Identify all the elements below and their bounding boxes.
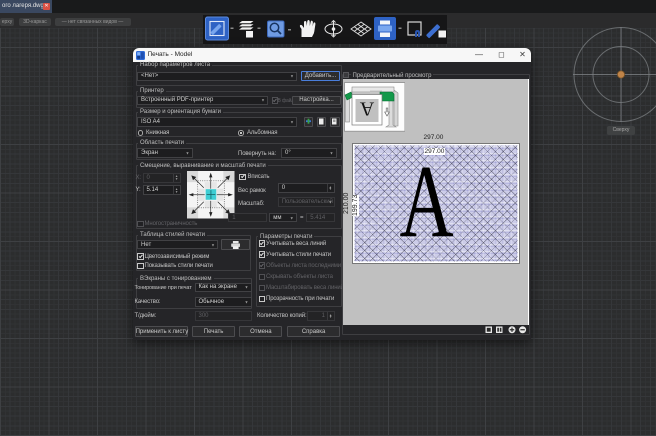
svg-text:A: A [359,97,374,119]
